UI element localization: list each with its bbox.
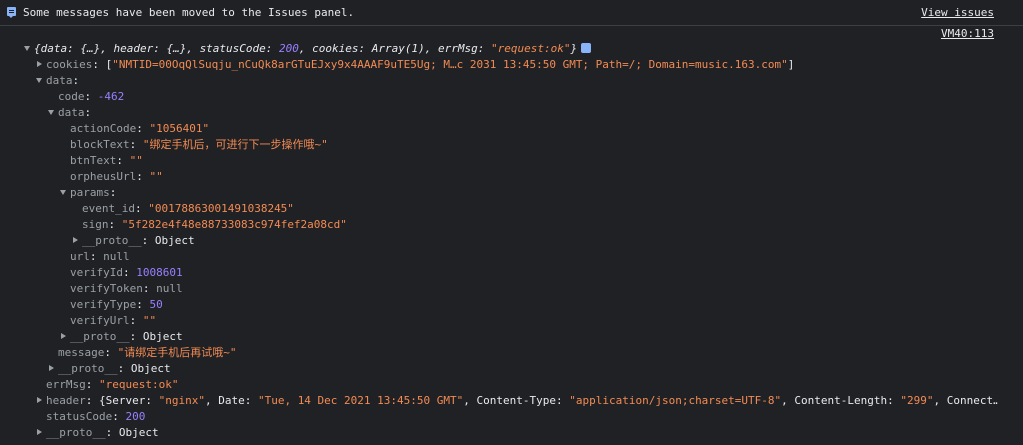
tree-row-data[interactable]: data: xyxy=(36,73,79,89)
view-issues-link[interactable]: View issues xyxy=(921,6,994,20)
tree-row-params[interactable]: params: xyxy=(60,185,116,201)
tree-row-verifyType[interactable]: verifyType: 50 xyxy=(70,297,163,313)
tree-row-event-id[interactable]: event_id: "00178863001491038245" xyxy=(82,201,294,217)
tree-row-verifyUrl[interactable]: verifyUrl: "" xyxy=(70,313,156,329)
collapse-triangle-icon[interactable] xyxy=(49,365,54,371)
expand-triangle-icon[interactable] xyxy=(60,190,66,195)
tree-row-btnText[interactable]: btnText: "" xyxy=(70,153,143,169)
message-icon xyxy=(7,7,16,18)
expand-triangle-icon[interactable] xyxy=(36,78,42,83)
banner-message: Some messages have been moved to the Iss… xyxy=(23,6,355,19)
tree-row-errMsg[interactable]: errMsg: "request:ok" xyxy=(46,377,178,393)
info-icon[interactable] xyxy=(581,43,592,53)
tree-row-message[interactable]: message: "请绑定手机后再试哦~" xyxy=(58,345,236,361)
tree-row-url[interactable]: url: null xyxy=(70,249,130,265)
collapse-triangle-icon[interactable] xyxy=(37,429,42,435)
tree-row-inner-data[interactable]: data: xyxy=(48,105,91,121)
collapse-triangle-icon[interactable] xyxy=(61,333,66,339)
tree-row-cookies[interactable]: cookies: ["NMTID=00OqQlSuqju_nCuQk8arGTu… xyxy=(36,57,794,73)
expand-triangle-icon[interactable] xyxy=(48,110,54,115)
tree-row-code[interactable]: code: -462 xyxy=(58,89,124,105)
tree-row-inner-proto[interactable]: __proto__: Object xyxy=(60,329,183,345)
collapse-triangle-icon[interactable] xyxy=(37,397,42,403)
collapse-triangle-icon[interactable] xyxy=(73,237,78,243)
tree-row-sign[interactable]: sign: "5f282e4f48e88733083c974fef2a08cd" xyxy=(82,217,347,233)
tree-row-orpheusUrl[interactable]: orpheusUrl: "" xyxy=(70,169,163,185)
tree-row-blockText[interactable]: blockText: "绑定手机后，可进行下一步操作哦~" xyxy=(70,137,328,153)
tree-row-verifyId[interactable]: verifyId: 1008601 xyxy=(70,265,183,281)
tree-row-data-proto[interactable]: __proto__: Object xyxy=(48,361,171,377)
issues-banner: Some messages have been moved to the Iss… xyxy=(0,0,1023,26)
expand-triangle-icon[interactable] xyxy=(24,46,30,51)
source-location-link[interactable]: VM40:113 xyxy=(941,27,994,41)
tree-row-verifyToken[interactable]: verifyToken: null xyxy=(70,281,183,297)
tree-row-root-proto[interactable]: __proto__: Object xyxy=(36,425,159,441)
collapse-triangle-icon[interactable] xyxy=(37,61,42,67)
tree-row-header[interactable]: header: {Server: "nginx", Date: "Tue, 14… xyxy=(36,393,998,409)
tree-row-actionCode[interactable]: actionCode: "1056401" xyxy=(70,121,209,137)
log-object-summary[interactable]: {data: {…}, header: {…}, statusCode: 200… xyxy=(24,41,592,57)
tree-row-statusCode[interactable]: statusCode: 200 xyxy=(46,409,145,425)
tree-row-params-proto[interactable]: __proto__: Object xyxy=(72,233,195,249)
